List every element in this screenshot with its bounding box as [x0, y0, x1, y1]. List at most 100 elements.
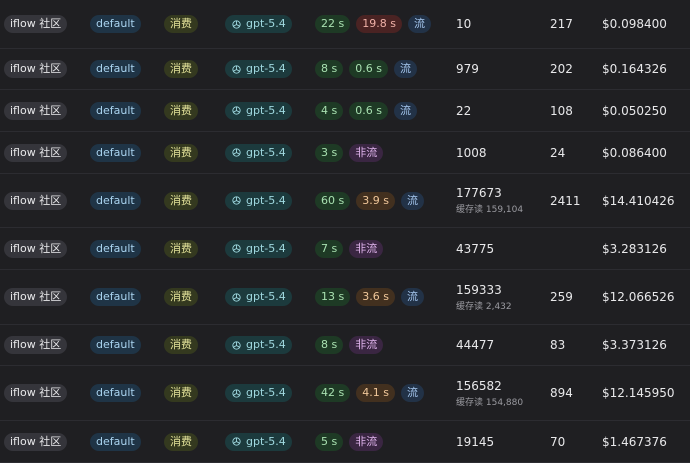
group-cell: default [90, 132, 141, 173]
table-row[interactable]: iflow 社区 default 消费 gpt-5.4 13 s 3.6 s 流 159333… [0, 270, 690, 325]
completion-tokens-cell: 70 [550, 421, 565, 462]
prompt-tokens: 19145 [456, 434, 495, 449]
model-cell: gpt-5.4 [225, 174, 292, 227]
cost-cell: $0.098400 [602, 0, 667, 48]
prompt-tokens-cell: 156582 缓存读 154,880 [456, 366, 523, 420]
table-row[interactable]: iflow 社区 default 消费 gpt-5.4 4 s 0.6 s 流 22 108 $0… [0, 90, 690, 132]
cost-cell: $12.145950 [602, 366, 675, 420]
type-badge: 消费 [164, 384, 198, 402]
prompt-tokens: 979 [456, 62, 479, 76]
cost-value: $3.283126 [602, 241, 667, 256]
cost-value: $0.098400 [602, 17, 667, 31]
cost-cell: $3.283126 [602, 228, 667, 269]
prompt-tokens: 22 [456, 103, 472, 118]
timing-cell: 8 s 0.6 s 流 [315, 49, 417, 89]
channel-cell: iflow 社区 [4, 0, 68, 48]
model-cell: gpt-5.4 [225, 366, 292, 420]
type-badge: 消费 [164, 288, 198, 306]
channel-cell: iflow 社区 [4, 421, 68, 462]
model-badge[interactable]: gpt-5.4 [225, 191, 292, 210]
type-cell: 消费 [164, 49, 198, 89]
channel-cell: iflow 社区 [4, 366, 68, 420]
prompt-tokens: 177673 [456, 186, 502, 200]
prompt-tokens-cell: 1008 [456, 132, 487, 173]
cost-value: $0.050250 [602, 103, 667, 118]
prompt-tokens-cell: 10 [456, 0, 471, 48]
model-badge[interactable]: gpt-5.4 [225, 101, 292, 120]
prompt-tokens-cell: 177673 缓存读 159,104 [456, 174, 523, 227]
model-badge[interactable]: gpt-5.4 [225, 384, 292, 402]
model-badge[interactable]: gpt-5.4 [225, 432, 292, 451]
cost-value: $14.410426 [602, 193, 675, 208]
model-name: gpt-5.4 [246, 434, 286, 448]
first-token-badge: 4.1 s [356, 384, 395, 402]
cache-read-tokens: 缓存读 159,104 [456, 205, 524, 215]
timing-cell: 8 s 非流 [315, 325, 384, 365]
completion-tokens-cell: 202 [550, 49, 573, 89]
completion-tokens-cell: 894 [550, 366, 573, 420]
model-cell: gpt-5.4 [225, 270, 292, 324]
completion-tokens: 83 [550, 338, 566, 352]
table-row[interactable]: iflow 社区 default 消费 gpt-5.4 22 s 19.8 s 流 10 217… [0, 0, 690, 49]
channel-cell: iflow 社区 [4, 228, 68, 269]
model-badge[interactable]: gpt-5.4 [225, 336, 292, 354]
table-row[interactable]: iflow 社区 default 消费 gpt-5.4 3 s 非流 1008 24 $0.08… [0, 132, 690, 174]
type-cell: 消费 [164, 421, 198, 462]
group-cell: default [90, 366, 141, 420]
group-badge: default [90, 15, 141, 33]
group-cell: default [90, 325, 141, 365]
model-cell: gpt-5.4 [225, 49, 292, 89]
type-badge: 消费 [164, 143, 198, 162]
timing-cell: 3 s 非流 [315, 132, 384, 173]
prompt-tokens-cell: 159333 缓存读 2,432 [456, 270, 512, 324]
channel-badge: iflow 社区 [4, 143, 68, 162]
stream-badge: 流 [407, 15, 431, 33]
model-badge[interactable]: gpt-5.4 [225, 288, 292, 306]
openai-icon [232, 19, 241, 29]
model-cell: gpt-5.4 [225, 421, 292, 462]
type-cell: 消费 [164, 366, 198, 420]
model-cell: gpt-5.4 [225, 0, 292, 48]
table-row[interactable]: iflow 社区 default 消费 gpt-5.4 8 s 0.6 s 流 979 202 $… [0, 49, 690, 90]
prompt-tokens: 44477 [456, 338, 495, 352]
model-cell: gpt-5.4 [225, 132, 292, 173]
group-cell: default [90, 270, 141, 324]
cost-value: $3.373126 [602, 338, 667, 352]
channel-badge: iflow 社区 [4, 239, 68, 258]
model-name: gpt-5.4 [246, 290, 286, 303]
timing-cell: 4 s 0.6 s 流 [315, 90, 417, 131]
table-row[interactable]: iflow 社区 default 消费 gpt-5.4 5 s 非流 19145 70 $1.4… [0, 421, 690, 463]
model-name: gpt-5.4 [246, 62, 286, 75]
table-row[interactable]: iflow 社区 default 消费 gpt-5.4 60 s 3.9 s 流 177673… [0, 174, 690, 228]
model-name: gpt-5.4 [246, 17, 286, 30]
model-badge[interactable]: gpt-5.4 [225, 60, 292, 78]
table-row[interactable]: iflow 社区 default 消费 gpt-5.4 7 s 非流 43775 $3.283… [0, 228, 690, 270]
type-badge: 消费 [164, 191, 198, 210]
openai-icon [232, 340, 241, 350]
model-badge[interactable]: gpt-5.4 [225, 143, 292, 162]
group-cell: default [90, 90, 141, 131]
channel-badge: iflow 社区 [4, 336, 68, 354]
duration-badge: 3 s [315, 143, 344, 162]
timing-cell: 22 s 19.8 s 流 [315, 0, 431, 48]
prompt-tokens-cell: 44477 [456, 325, 494, 365]
completion-tokens: 108 [550, 103, 573, 118]
first-token-badge: 0.6 s [349, 101, 388, 120]
type-badge: 消费 [164, 15, 198, 33]
model-badge[interactable]: gpt-5.4 [225, 15, 292, 33]
group-cell: default [90, 49, 141, 89]
channel-badge: iflow 社区 [4, 101, 68, 120]
channel-badge: iflow 社区 [4, 60, 68, 78]
openai-icon [232, 64, 241, 74]
model-badge[interactable]: gpt-5.4 [225, 239, 292, 258]
timing-cell: 13 s 3.6 s 流 [315, 270, 424, 324]
table-row[interactable]: iflow 社区 default 消费 gpt-5.4 42 s 4.1 s 流 156582… [0, 366, 690, 421]
channel-cell: iflow 社区 [4, 174, 68, 227]
first-token-badge: 3.9 s [356, 191, 395, 210]
group-badge: default [90, 191, 141, 210]
completion-tokens: 259 [550, 290, 573, 304]
channel-cell: iflow 社区 [4, 90, 68, 131]
table-row[interactable]: iflow 社区 default 消费 gpt-5.4 8 s 非流 44477 83 $3.3… [0, 325, 690, 366]
prompt-tokens: 156582 [456, 378, 502, 393]
first-token-badge: 0.6 s [349, 60, 388, 78]
